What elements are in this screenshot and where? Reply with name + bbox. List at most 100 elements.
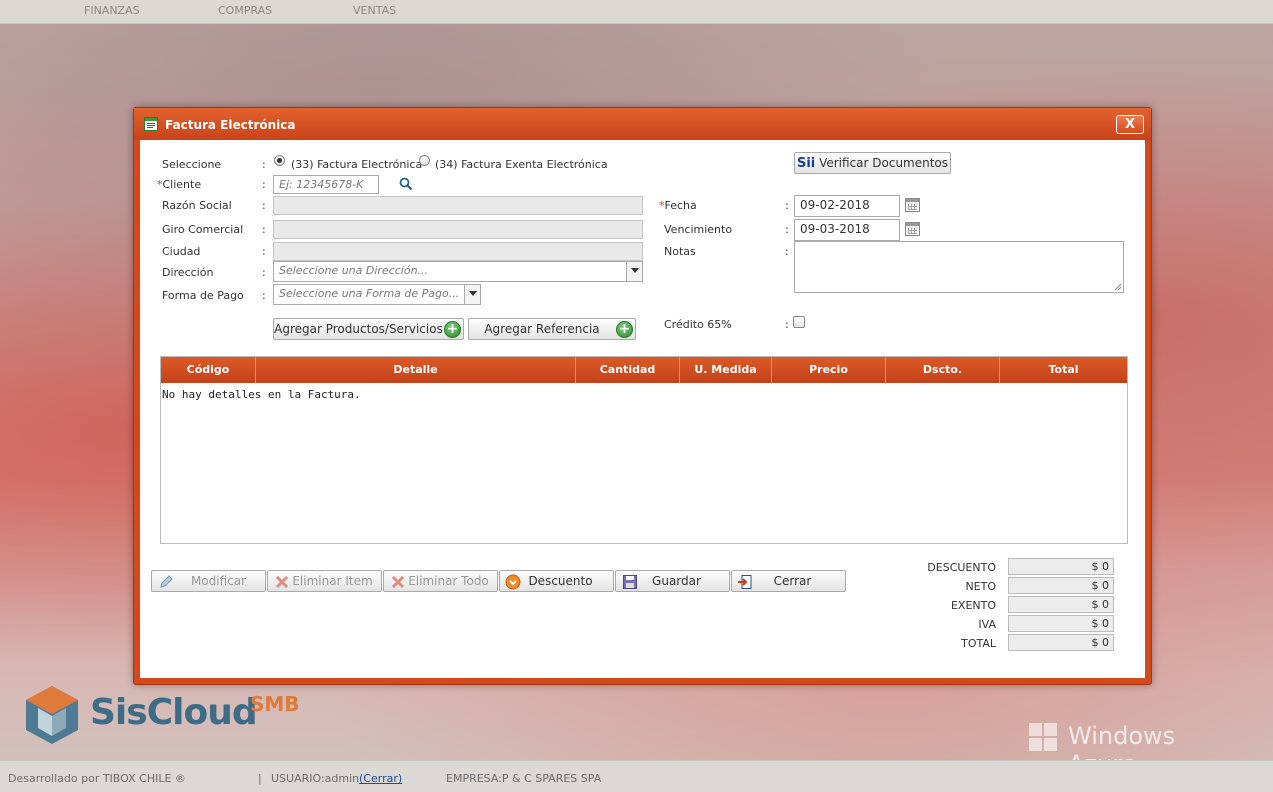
radio-factura-exenta[interactable]: [419, 155, 430, 166]
guardar-button[interactable]: Guardar: [615, 570, 730, 592]
add-products-button[interactable]: Agregar Productos/Servicios +: [273, 318, 464, 340]
calendar-icon[interactable]: [905, 222, 920, 236]
column-header-codigo[interactable]: Código: [161, 357, 256, 383]
chevron-down-icon[interactable]: [626, 262, 642, 281]
direccion-label: Dirección: [162, 266, 214, 279]
factura-dialog: Factura Electrónica X Seleccione : (33) …: [133, 107, 1152, 685]
giro-comercial-field: [273, 220, 643, 239]
notas-label: Notas: [664, 245, 696, 258]
column-header-u-medida[interactable]: U. Medida: [680, 357, 772, 383]
fecha-label-text: Fecha: [664, 199, 697, 212]
colon: :: [262, 178, 266, 191]
descuento-button[interactable]: Descuento: [499, 570, 614, 592]
vencimiento-label: Vencimiento: [664, 223, 733, 236]
razon-social-field: [273, 196, 643, 215]
add-icon: +: [444, 321, 461, 338]
add-products-label: Agregar Productos/Servicios: [274, 322, 443, 336]
direccion-placeholder: Seleccione una Dirección...: [279, 264, 429, 277]
document-icon: [144, 117, 158, 131]
ciudad-field: [273, 242, 643, 261]
colon: :: [262, 223, 266, 236]
colon: :: [262, 245, 266, 258]
colon: :: [785, 318, 789, 331]
developed-by-text: Desarrollado por TIBOX CHILE ®: [8, 772, 186, 785]
cerrar-button[interactable]: Cerrar: [731, 570, 846, 592]
neto-total-label: NETO: [965, 580, 996, 593]
modificar-label: Modificar: [190, 574, 247, 588]
siscloud-logo: SisCloud SMB: [22, 682, 322, 748]
usuario-text: USUARIO:admin: [271, 772, 360, 785]
credito-checkbox[interactable]: [793, 316, 805, 328]
windows-azure-logo: Windows Azure: [1028, 720, 1238, 778]
direccion-select[interactable]: Seleccione una Dirección...: [273, 261, 643, 282]
modificar-button[interactable]: Modificar: [151, 570, 266, 592]
cliente-label-text: Cliente: [162, 178, 202, 191]
cerrar-label: Cerrar: [773, 574, 812, 588]
colon: :: [785, 245, 789, 258]
table-header: Código Detalle Cantidad U. Medida Precio…: [161, 357, 1127, 383]
top-navbar: FINANZAS COMPRAS VENTAS: [0, 0, 1273, 24]
cerrar-sesion-link[interactable]: (Cerrar): [359, 772, 402, 785]
nav-finanzas[interactable]: FINANZAS: [84, 4, 140, 17]
column-header-total[interactable]: Total: [1000, 357, 1127, 383]
sii-logo-icon: Sii: [796, 156, 816, 171]
add-reference-button[interactable]: Agregar Referencia +: [468, 318, 636, 340]
close-button[interactable]: X: [1116, 115, 1144, 134]
descuento-total-label: DESCUENTO: [927, 561, 996, 574]
footer-bar: Desarrollado por TIBOX CHILE ® | USUARIO…: [0, 760, 1273, 792]
windows-icon: [1029, 723, 1057, 751]
colon: :: [785, 223, 789, 236]
vencimiento-input[interactable]: 09-03-2018: [794, 219, 900, 241]
neto-total-value: $ 0: [1008, 577, 1114, 594]
total-label: TOTAL: [961, 637, 996, 650]
dialog-titlebar: Factura Electrónica X: [134, 108, 1151, 140]
ciudad-label: Ciudad: [162, 245, 201, 258]
seleccione-label: Seleccione: [162, 158, 222, 171]
guardar-label: Guardar: [652, 574, 701, 588]
colon: :: [785, 199, 789, 212]
colon: :: [262, 266, 266, 279]
giro-comercial-label: Giro Comercial: [162, 223, 244, 236]
verify-documents-button[interactable]: Sii Verificar Documentos: [794, 152, 951, 174]
cliente-input[interactable]: Ej: 12345678-K: [273, 175, 379, 194]
dialog-content: Seleccione : (33) Factura Electrónica (3…: [140, 140, 1145, 678]
fecha-label: *Fecha: [659, 199, 697, 212]
eliminar-item-label: Eliminar Item: [292, 574, 373, 588]
colon: :: [262, 289, 266, 302]
notas-textarea[interactable]: [794, 241, 1124, 293]
calendar-icon[interactable]: [905, 198, 920, 212]
eliminar-item-button[interactable]: Eliminar Item: [267, 570, 382, 592]
radio-factura-electronica[interactable]: [274, 155, 285, 166]
empty-table-message: No hay detalles en la Factura.: [162, 388, 361, 401]
eliminar-todo-button[interactable]: Eliminar Todo: [383, 570, 498, 592]
forma-pago-select[interactable]: Seleccione una Forma de Pago...: [273, 284, 481, 305]
add-icon: +: [616, 321, 633, 338]
total-value: $ 0: [1008, 634, 1114, 651]
colon: :: [262, 199, 266, 212]
add-reference-label: Agregar Referencia: [484, 322, 600, 336]
column-header-dscto[interactable]: Dscto.: [886, 357, 1000, 383]
detalles-table: Código Detalle Cantidad U. Medida Precio…: [160, 356, 1128, 544]
nav-compras[interactable]: COMPRAS: [218, 4, 272, 17]
credito-label: Crédito 65%: [664, 318, 732, 331]
column-header-cantidad[interactable]: Cantidad: [576, 357, 680, 383]
chevron-down-icon[interactable]: [464, 285, 480, 304]
nav-ventas[interactable]: VENTAS: [353, 4, 396, 17]
delete-x-icon: [391, 575, 405, 589]
search-icon[interactable]: [399, 177, 413, 191]
forma-pago-placeholder: Seleccione una Forma de Pago...: [279, 287, 460, 300]
column-header-detalle[interactable]: Detalle: [256, 357, 576, 383]
iva-total-label: IVA: [978, 618, 996, 631]
radio2-label: (34) Factura Exenta Electrónica: [435, 158, 608, 171]
delete-x-icon: [275, 575, 289, 589]
discount-icon: [505, 574, 521, 590]
resize-handle-icon[interactable]: [1114, 283, 1122, 291]
descuento-total-value: $ 0: [1008, 558, 1114, 575]
column-header-precio[interactable]: Precio: [772, 357, 886, 383]
smb-logo-text: SMB: [250, 692, 300, 716]
fecha-input[interactable]: 09-02-2018: [794, 195, 900, 217]
verify-documents-label: Verificar Documentos: [819, 156, 949, 170]
exit-door-icon: [738, 575, 752, 589]
descuento-label: Descuento: [528, 574, 593, 588]
empresa-text: EMPRESA:P & C SPARES SPA: [446, 772, 602, 785]
